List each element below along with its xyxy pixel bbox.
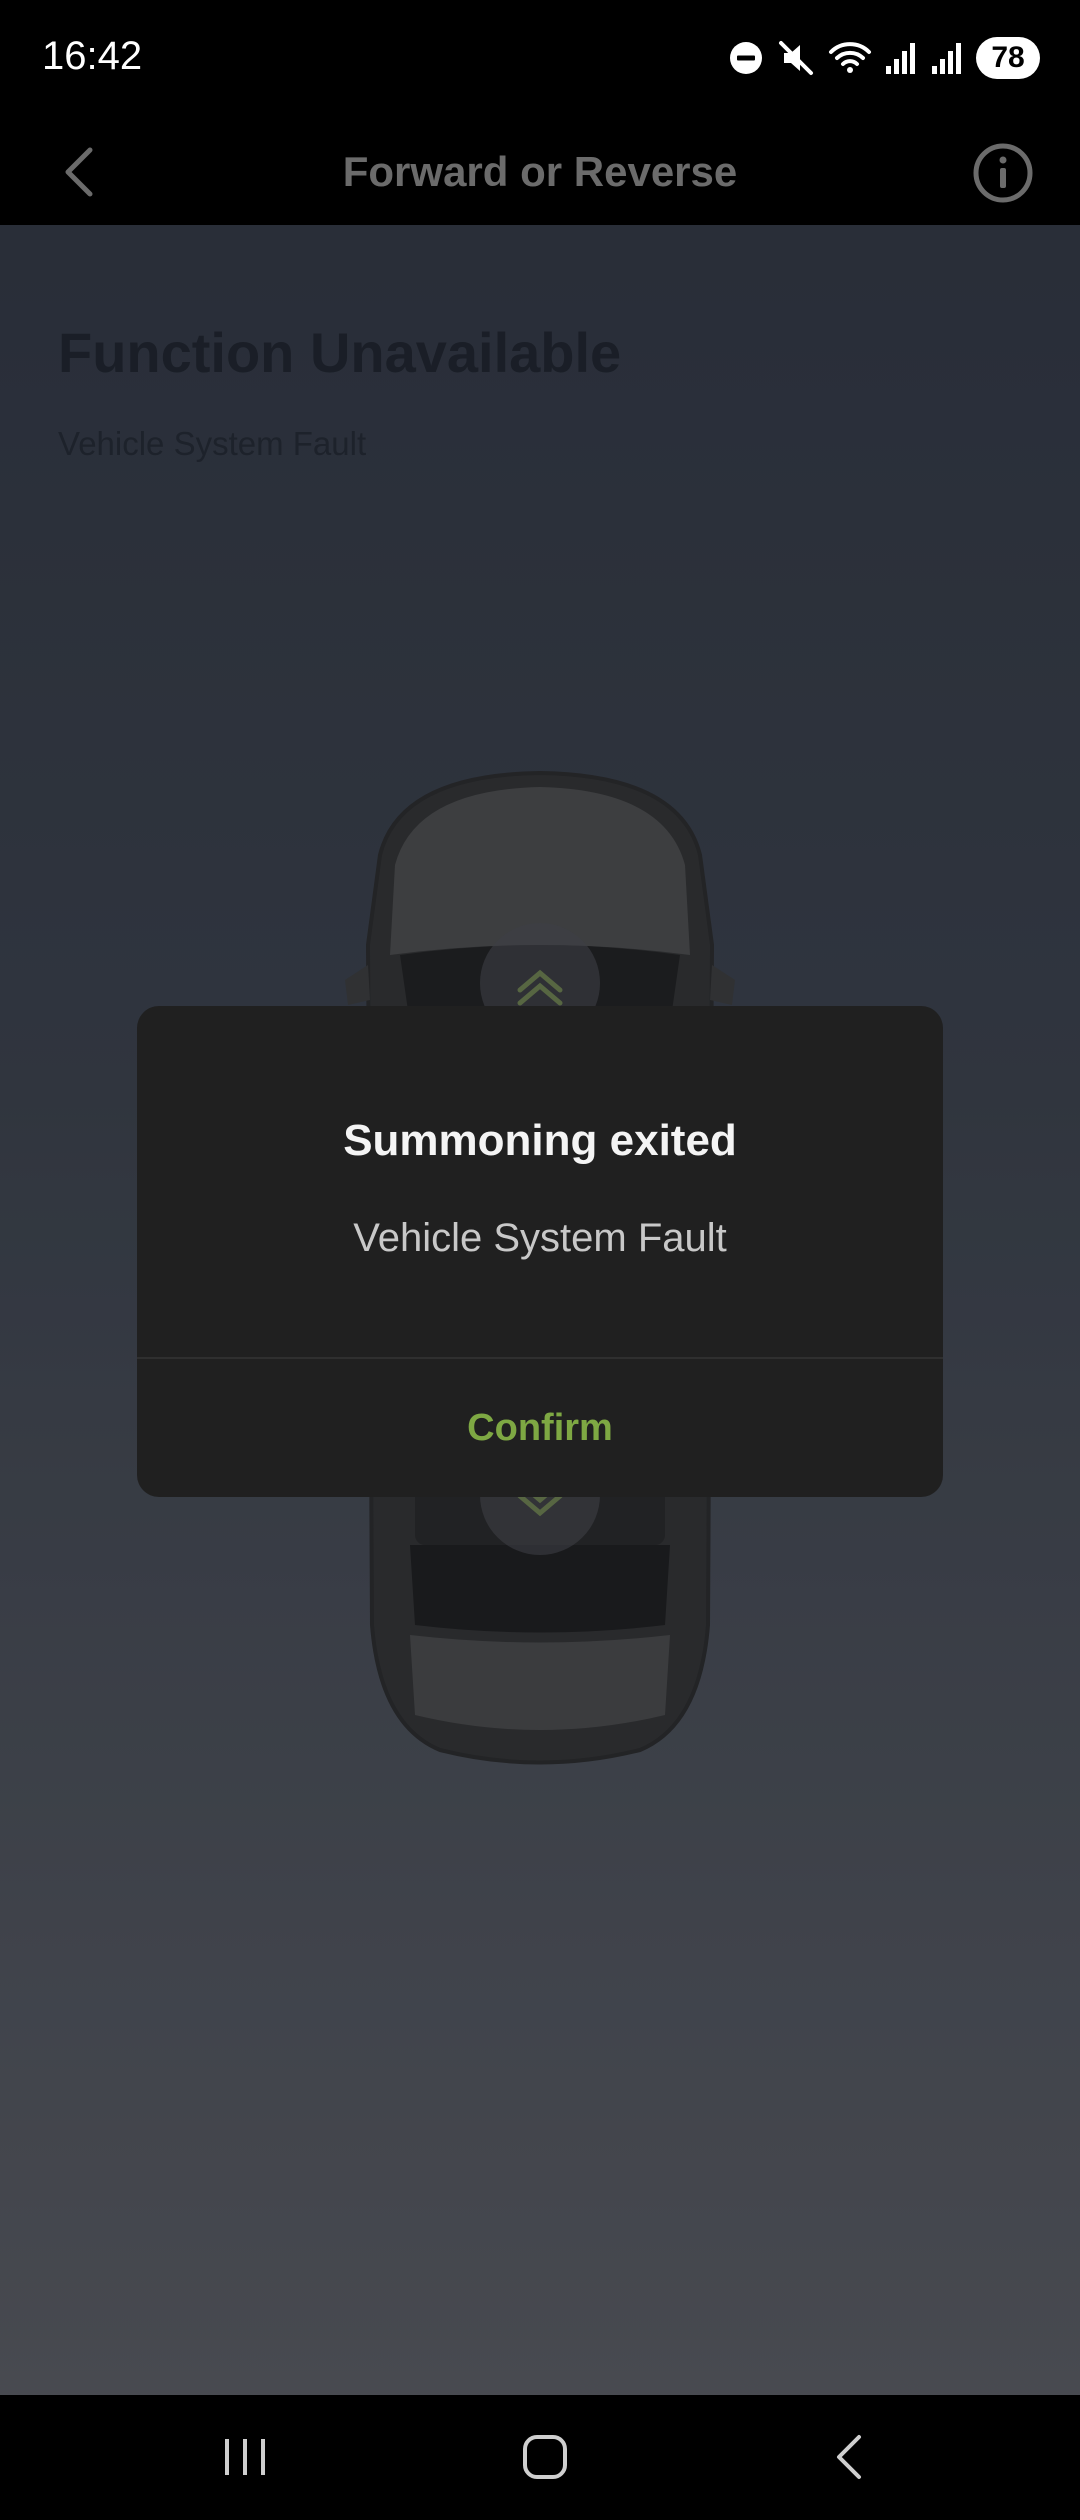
back-icon [837, 2435, 861, 2479]
recents-icon [225, 2439, 265, 2475]
wifi-icon [829, 42, 871, 73]
mute-icon [779, 41, 813, 75]
home-button[interactable] [510, 2425, 580, 2489]
battery-indicator: 78 [976, 37, 1040, 79]
signal-icon [932, 43, 961, 74]
status-time: 16:42 [42, 34, 143, 78]
signal-icon [886, 43, 915, 74]
status-icons: 78 [728, 34, 1040, 82]
info-icon [973, 143, 1033, 203]
confirm-button[interactable]: Confirm [137, 1359, 943, 1497]
info-button[interactable] [972, 142, 1034, 204]
status-bar: 16:42 78 [0, 0, 1080, 120]
dialog-message: Vehicle System Fault [353, 1216, 727, 1260]
do-not-disturb-icon [730, 42, 762, 74]
system-nav-bar [0, 2395, 1080, 2520]
app-header: Forward or Reverse [0, 120, 1080, 225]
nav-back-button[interactable] [815, 2425, 885, 2489]
page-title: Forward or Reverse [342, 148, 738, 195]
dialog-title: Summoning exited [343, 1116, 737, 1165]
recents-button[interactable] [210, 2425, 280, 2489]
home-icon [523, 2435, 567, 2479]
alert-dialog: Summoning exited Vehicle System Fault Co… [137, 1006, 943, 1497]
